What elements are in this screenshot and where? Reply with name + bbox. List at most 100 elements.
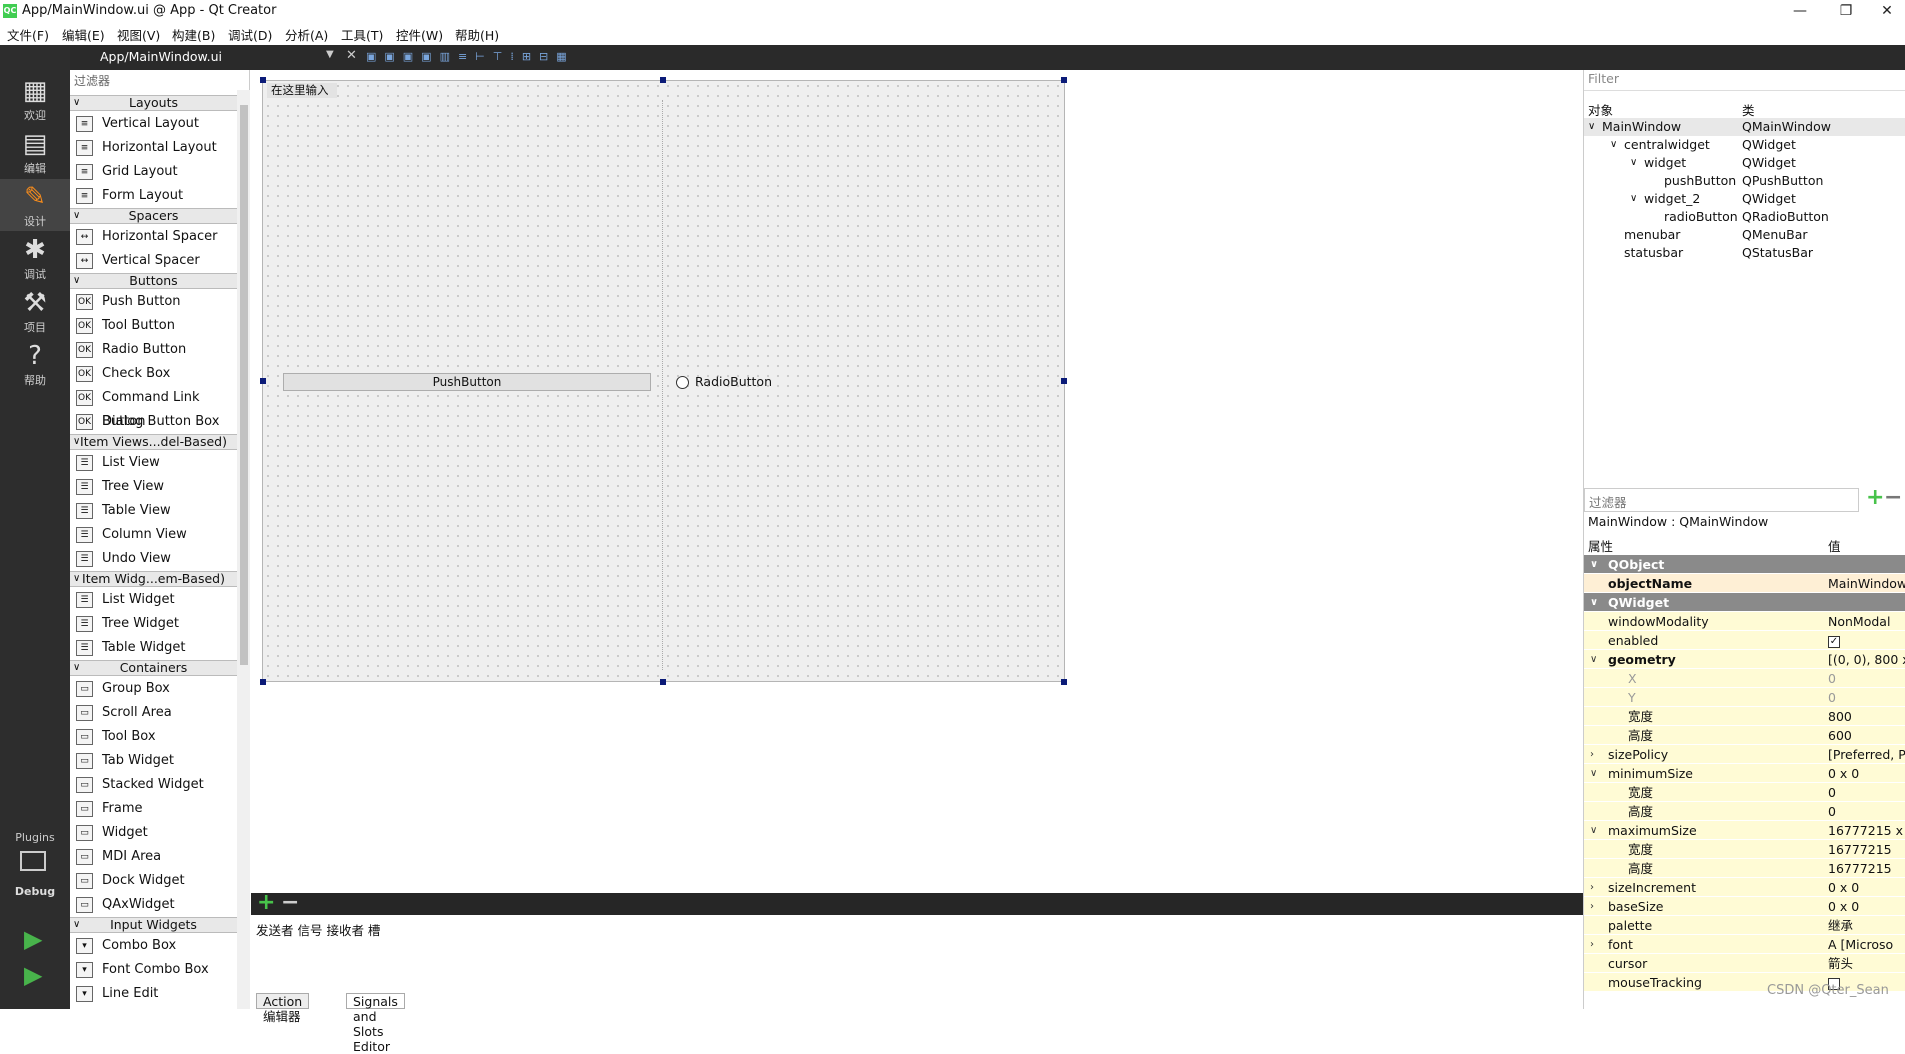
- menu-file[interactable]: 文件(F): [7, 25, 49, 44]
- property-value[interactable]: NonModal: [1828, 612, 1890, 631]
- property-row[interactable]: › sizeIncrement 0 x 0: [1584, 878, 1905, 897]
- layout-tools-icon[interactable]: ▣▣▣▣▥≡⊢⊤⁞⊞⊟▦: [366, 50, 646, 65]
- widget-item[interactable]: ☰ List View: [70, 451, 237, 475]
- monitor-icon[interactable]: [20, 851, 46, 871]
- property-value[interactable]: ✓: [1828, 631, 1840, 650]
- property-row[interactable]: › baseSize 0 x 0: [1584, 897, 1905, 916]
- widget-item[interactable]: ☰ Table View: [70, 499, 237, 523]
- widget-filter-input[interactable]: 过滤器: [70, 70, 237, 90]
- menu-build[interactable]: 构建(B): [172, 25, 215, 44]
- category-header[interactable]: ∨ Spacers: [70, 208, 237, 224]
- tab-signals-slots[interactable]: Signals and Slots Editor: [346, 993, 405, 1054]
- resize-handle[interactable]: [660, 77, 666, 83]
- checkbox[interactable]: ✓: [1828, 635, 1840, 648]
- widget-item[interactable]: ▭ Stacked Widget: [70, 773, 237, 797]
- category-header[interactable]: ∨ Containers: [70, 660, 237, 676]
- widget-item[interactable]: ▭ Tab Widget: [70, 749, 237, 773]
- widget-item[interactable]: OK Command Link Button: [70, 386, 237, 429]
- widget-item[interactable]: OK Push Button: [70, 290, 237, 314]
- widget-item[interactable]: ↔ Horizontal Spacer: [70, 225, 237, 249]
- property-value[interactable]: 0 x 0: [1828, 764, 1859, 783]
- property-row[interactable]: 宽度 800: [1584, 707, 1905, 726]
- mode-debug[interactable]: ✱ 调试: [0, 232, 70, 284]
- property-filter-input[interactable]: 过滤器: [1584, 488, 1859, 512]
- mode-projects[interactable]: ⚒ 项目: [0, 285, 70, 337]
- menu-edit[interactable]: 编辑(E): [62, 25, 105, 44]
- widget-item[interactable]: ▭ QAxWidget: [70, 893, 237, 917]
- chevron-down-icon[interactable]: ∨: [1630, 154, 1637, 172]
- mode-welcome[interactable]: ▦ 欢迎: [0, 73, 70, 125]
- widget-item[interactable]: ▭ Frame: [70, 797, 237, 821]
- widget-item[interactable]: ☰ Tree View: [70, 475, 237, 499]
- property-row[interactable]: Y0: [1584, 688, 1905, 707]
- object-filter-input[interactable]: Filter: [1588, 71, 1619, 86]
- widget-item[interactable]: ☰ Column View: [70, 523, 237, 547]
- property-row[interactable]: cursor 箭头: [1584, 954, 1905, 973]
- property-value[interactable]: 800: [1828, 707, 1852, 726]
- property-value[interactable]: A [Microso: [1828, 935, 1893, 954]
- property-value[interactable]: 0: [1828, 802, 1836, 821]
- object-tree-row[interactable]: ∨ centralwidget QWidget: [1584, 136, 1905, 154]
- widget-item[interactable]: OK Dialog Button Box: [70, 410, 237, 434]
- widget-item[interactable]: ▭ Group Box: [70, 677, 237, 701]
- widget-item[interactable]: ≡ Grid Layout: [70, 160, 237, 184]
- resize-handle[interactable]: [1061, 77, 1067, 83]
- category-header[interactable]: ∨ Input Widgets: [70, 917, 237, 933]
- column-value[interactable]: 值: [1828, 536, 1841, 555]
- property-row[interactable]: windowModality NonModal: [1584, 612, 1905, 631]
- property-row[interactable]: 宽度 0: [1584, 783, 1905, 802]
- add-connection-icon[interactable]: +: [257, 890, 275, 915]
- chevron-down-icon[interactable]: ∨: [1588, 118, 1595, 136]
- resize-handle[interactable]: [660, 679, 666, 685]
- chevron-down-icon[interactable]: ∨: [1590, 555, 1598, 574]
- widget-item[interactable]: OK Check Box: [70, 362, 237, 386]
- column-object[interactable]: 对象: [1588, 100, 1613, 119]
- close-file-icon[interactable]: ✕: [346, 48, 357, 63]
- chevron-down-icon[interactable]: ∨: [1630, 190, 1637, 208]
- widget-item[interactable]: ▾ Combo Box: [70, 934, 237, 958]
- category-header[interactable]: ∨ Item Widg...em-Based): [70, 571, 237, 587]
- widget-item[interactable]: ☰ Table Widget: [70, 636, 237, 660]
- tab-action-editor[interactable]: Action编辑器: [256, 993, 310, 1024]
- property-value[interactable]: 0 x 0: [1828, 897, 1859, 916]
- category-header[interactable]: ∨ Buttons: [70, 273, 237, 289]
- widget-item[interactable]: ≡ Form Layout: [70, 184, 237, 208]
- category-header[interactable]: ∨ Layouts: [70, 95, 237, 111]
- widget-item[interactable]: ▾ Line Edit: [70, 982, 237, 1006]
- property-row[interactable]: ∨ maximumSize 16777215 x 1: [1584, 821, 1905, 840]
- property-value[interactable]: 0: [1828, 669, 1836, 688]
- widget-item[interactable]: ≡ Horizontal Layout: [70, 136, 237, 160]
- object-tree-row[interactable]: statusbar QStatusBar: [1584, 244, 1905, 262]
- menu-debug[interactable]: 调试(D): [228, 25, 272, 44]
- object-tree-row[interactable]: ∨ widget QWidget: [1584, 154, 1905, 172]
- object-tree-row[interactable]: ∨ widget_2 QWidget: [1584, 190, 1905, 208]
- mode-help[interactable]: ? 帮助: [0, 338, 70, 390]
- object-tree-row[interactable]: menubar QMenuBar: [1584, 226, 1905, 244]
- property-value[interactable]: 0: [1828, 783, 1836, 802]
- menu-tools[interactable]: 工具(T): [341, 25, 383, 44]
- widget-item[interactable]: ▭ Widget: [70, 821, 237, 845]
- resize-handle[interactable]: [1061, 378, 1067, 384]
- chevron-down-icon[interactable]: ∨: [1590, 593, 1598, 612]
- property-value[interactable]: [(0, 0), 800 x: [1828, 650, 1905, 669]
- property-value[interactable]: 16777215: [1828, 840, 1892, 859]
- property-value[interactable]: 0 x 0: [1828, 878, 1859, 897]
- remove-connection-icon[interactable]: −: [281, 890, 299, 915]
- column-class[interactable]: 类: [1742, 100, 1755, 119]
- object-tree-row[interactable]: radioButton QRadioButton: [1584, 208, 1905, 226]
- debug-run-icon[interactable]: ▶: [24, 961, 42, 989]
- close-button[interactable]: ✕: [1873, 1, 1901, 21]
- chevron-right-icon[interactable]: ›: [1590, 878, 1594, 897]
- chevron-right-icon[interactable]: ›: [1590, 745, 1594, 764]
- widget-item[interactable]: OK Tool Button: [70, 314, 237, 338]
- chevron-down-icon[interactable]: ∨: [1590, 821, 1597, 840]
- widget-item[interactable]: ☰ Tree Widget: [70, 612, 237, 636]
- property-value[interactable]: 0: [1828, 688, 1836, 707]
- property-row[interactable]: enabled ✓: [1584, 631, 1905, 650]
- radio-button[interactable]: RadioButton: [675, 373, 772, 391]
- file-dropdown-icon[interactable]: ▼: [326, 49, 334, 60]
- chevron-down-icon[interactable]: ∨: [1610, 136, 1617, 154]
- widget-item[interactable]: ▭ Tool Box: [70, 725, 237, 749]
- open-file-name[interactable]: App/MainWindow.ui: [100, 49, 222, 64]
- widget-item[interactable]: ≡ Vertical Layout: [70, 112, 237, 136]
